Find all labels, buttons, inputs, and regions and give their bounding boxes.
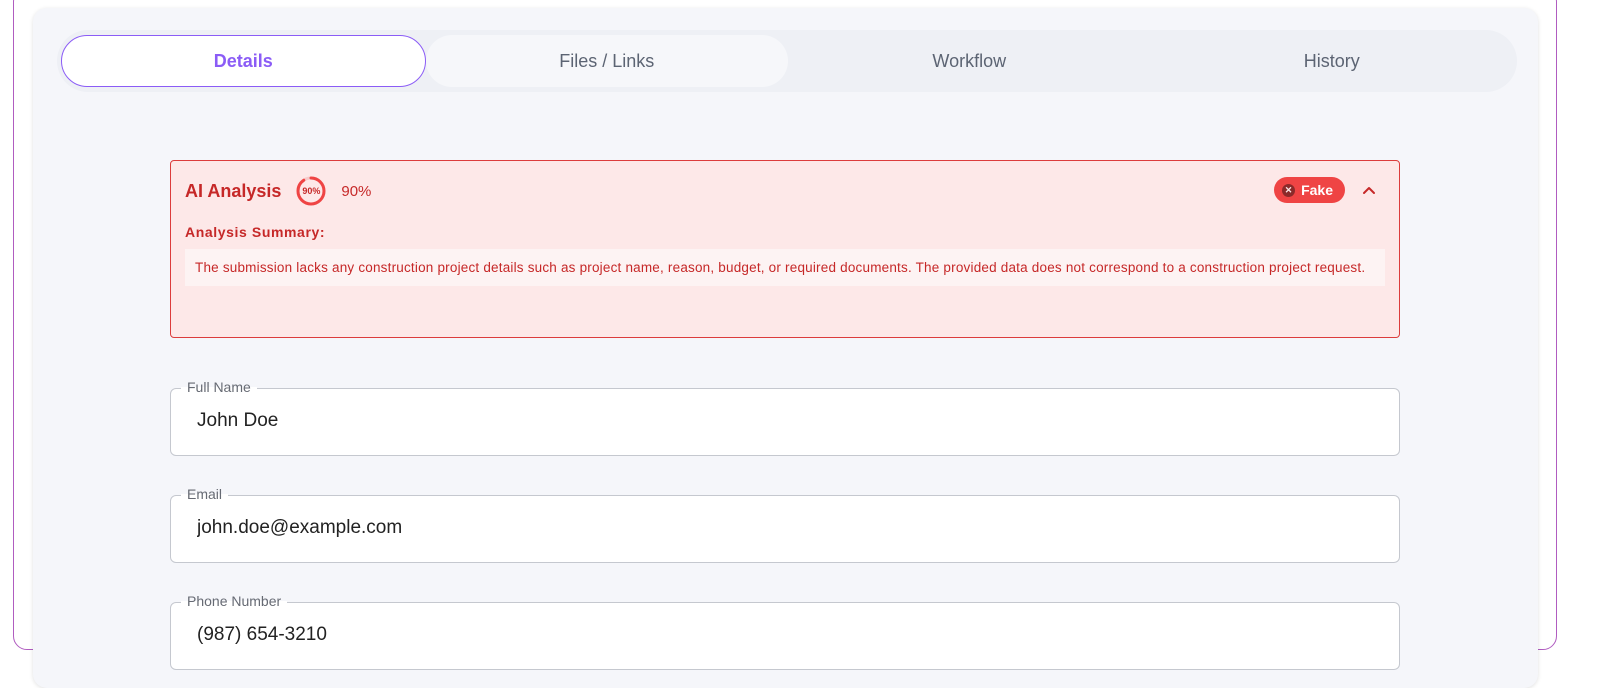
ai-analysis-header: AI Analysis 90% 90% <box>185 175 371 207</box>
fake-status-badge: ✕ Fake <box>1274 177 1345 203</box>
email-field: Email <box>170 486 1400 563</box>
full-name-input[interactable] <box>197 410 1367 432</box>
tab-files-links[interactable]: Files / Links <box>425 35 788 87</box>
request-card: Details Files / Links Workflow History A… <box>33 8 1538 688</box>
x-circle-icon: ✕ <box>1282 183 1296 197</box>
ai-analysis-title: AI Analysis <box>185 180 282 201</box>
confidence-value: 90% <box>341 182 372 200</box>
email-label: Email <box>181 486 229 502</box>
phone-number-input[interactable] <box>197 624 1367 646</box>
fake-badge-label: Fake <box>1301 182 1333 198</box>
phone-number-field: Phone Number <box>170 593 1400 670</box>
chevron-up-icon <box>1363 187 1375 194</box>
analysis-summary-text: The submission lacks any construction pr… <box>185 249 1385 286</box>
email-input[interactable] <box>197 517 1367 539</box>
tab-bar: Details Files / Links Workflow History <box>57 30 1517 92</box>
collapse-button[interactable] <box>1357 177 1381 203</box>
tab-details[interactable]: Details <box>61 35 426 87</box>
confidence-ring: 90% <box>295 175 327 207</box>
full-name-label: Full Name <box>181 379 257 395</box>
confidence-ring-label: 90% <box>302 186 321 196</box>
analysis-summary-label: Analysis Summary: <box>185 224 326 240</box>
phone-number-label: Phone Number <box>181 593 288 609</box>
tab-history[interactable]: History <box>1151 35 1514 87</box>
full-name-field: Full Name <box>170 379 1400 456</box>
ai-analysis-panel: AI Analysis 90% 90% ✕ Fake Analysis Summ… <box>170 160 1400 338</box>
tab-workflow[interactable]: Workflow <box>788 35 1151 87</box>
